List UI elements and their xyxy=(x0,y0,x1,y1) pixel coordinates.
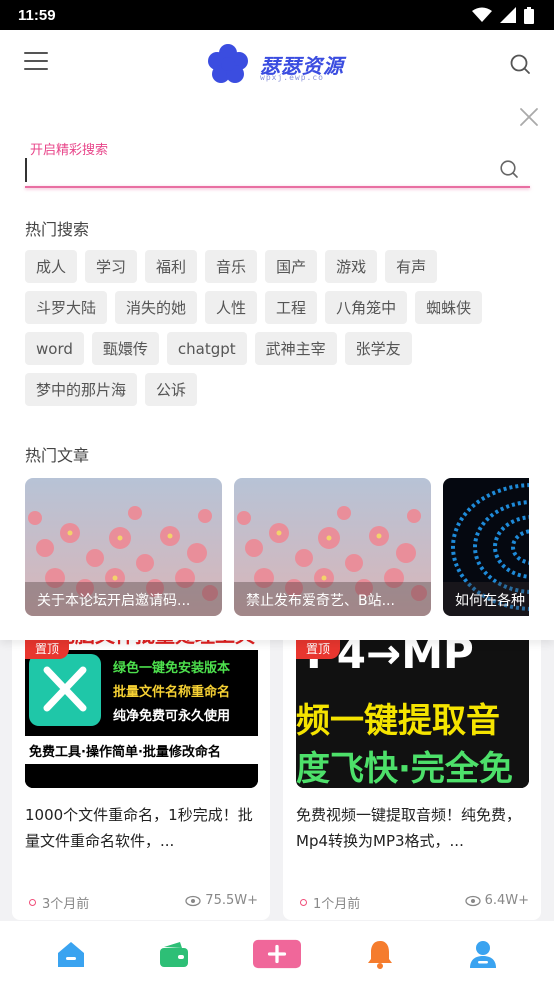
feed: 电脑文件批量处理工具 绿色一键免安装版本 批量文件名称重命名 纯净免费可永久使用… xyxy=(0,620,554,924)
search-tag[interactable]: 斗罗大陆 xyxy=(25,291,108,324)
search-tag[interactable]: 八角笼中 xyxy=(325,291,408,324)
search-tag[interactable]: 成人 xyxy=(25,250,78,283)
search-field xyxy=(25,154,530,188)
eye-icon xyxy=(464,895,481,906)
hot-search-title: 热门搜索 xyxy=(25,220,90,239)
signal-icon xyxy=(500,7,516,23)
search-tag[interactable]: 工程 xyxy=(265,291,318,324)
bottom-tab-bar xyxy=(0,921,554,986)
search-tag[interactable]: 张学友 xyxy=(344,332,412,365)
search-tag[interactable]: word xyxy=(25,332,84,365)
menu-icon xyxy=(24,52,48,54)
search-underline xyxy=(25,186,530,188)
search-tag[interactable]: 公诉 xyxy=(145,373,198,406)
tab-publish[interactable] xyxy=(252,934,301,974)
card-views: 6.4W+ xyxy=(464,893,529,908)
card-thumbnail: P4→MP 频一键提取音 度飞快·完全免 置顶 xyxy=(296,620,529,788)
svg-text:度飞快·完全免: 度飞快·完全免 xyxy=(296,749,513,788)
svg-text:频一键提取音: 频一键提取音 xyxy=(296,701,500,741)
search-tag[interactable]: 音乐 xyxy=(205,250,258,283)
card-time: 1个月前 xyxy=(300,893,360,912)
article-card[interactable]: 关于本论坛开启邀请码... xyxy=(25,478,222,616)
hot-articles-title: 热门文章 xyxy=(25,446,90,465)
hot-articles-carousel[interactable]: 关于本论坛开启邀请码... 禁止发布爱奇艺、B站... 如何在各种 xyxy=(25,478,529,616)
home-icon xyxy=(58,941,85,967)
pinned-badge: 置顶 xyxy=(296,638,341,659)
search-tag[interactable]: 游戏 xyxy=(325,250,378,283)
bell-icon xyxy=(367,940,392,969)
top-bar: 瑟瑟资源 wpxj.ewp.co xyxy=(0,30,554,94)
flower-logo-icon xyxy=(208,44,248,83)
search-tag[interactable]: 福利 xyxy=(145,250,198,283)
card-title[interactable]: 1000个文件重命名，1秒完成！批量文件重命名软件，... xyxy=(25,802,257,854)
tab-home[interactable] xyxy=(47,934,95,974)
search-tag[interactable]: chatgpt xyxy=(166,332,247,365)
svg-text:批量文件名称重命名: 批量文件名称重命名 xyxy=(113,684,230,700)
svg-text:纯净免费可永久使用: 纯净免费可永久使用 xyxy=(113,708,230,724)
card-time: 3个月前 xyxy=(29,893,89,912)
search-tag[interactable]: 消失的她 xyxy=(115,291,198,324)
pinned-badge: 置顶 xyxy=(25,638,70,659)
menu-button[interactable] xyxy=(24,52,48,72)
hot-search-tags: 成人 学习 福利 音乐 国产 游戏 有声 斗罗大陆 消失的她 人性 工程 八角笼… xyxy=(25,250,535,414)
svg-text:绿色一键免安装版本: 绿色一键免安装版本 xyxy=(113,660,230,676)
article-caption: 如何在各种 xyxy=(443,582,529,616)
search-tag[interactable]: 武神主宰 xyxy=(254,332,337,365)
search-overlay: 瑟瑟资源 wpxj.ewp.co 开启精彩搜索 热门搜索 成人 学习 福利 音乐… xyxy=(0,30,554,640)
article-caption: 关于本论坛开启邀请码... xyxy=(25,582,222,616)
status-bar: 11:59 xyxy=(0,0,554,30)
card-title[interactable]: 免费视频一键提取音频！纯免费，Mp4转换为MP3格式，... xyxy=(296,802,528,854)
tab-profile[interactable] xyxy=(459,934,507,974)
tab-wallet[interactable] xyxy=(150,934,198,974)
time-dot-icon xyxy=(29,899,36,906)
search-tag[interactable]: 有声 xyxy=(385,250,438,283)
feed-card[interactable]: 电脑文件批量处理工具 绿色一键免安装版本 批量文件名称重命名 纯净免费可永久使用… xyxy=(12,620,270,920)
close-icon[interactable] xyxy=(518,106,540,128)
search-tag[interactable]: 学习 xyxy=(85,250,138,283)
search-tag[interactable]: 蜘蛛侠 xyxy=(415,291,483,324)
feed-card[interactable]: P4→MP 频一键提取音 度飞快·完全免 置顶 免费视频一键提取音频！纯免费，M… xyxy=(283,620,541,920)
status-icons xyxy=(472,6,534,24)
card-views: 75.5W+ xyxy=(185,893,258,908)
article-caption: 禁止发布爱奇艺、B站... xyxy=(234,582,431,616)
logo-subtext: wpxj.ewp.co xyxy=(260,73,324,82)
search-input[interactable] xyxy=(25,158,495,182)
search-icon[interactable] xyxy=(508,52,532,76)
svg-text:免费工具·操作简单·批量修改命名: 免费工具·操作简单·批量修改命名 xyxy=(29,744,221,760)
card-thumbnail: 电脑文件批量处理工具 绿色一键免安装版本 批量文件名称重命名 纯净免费可永久使用… xyxy=(25,620,258,788)
user-icon xyxy=(469,940,496,968)
tab-notifications[interactable] xyxy=(356,934,404,974)
search-submit-icon[interactable] xyxy=(498,158,520,180)
search-tag[interactable]: 甄嬛传 xyxy=(91,332,159,365)
wifi-icon xyxy=(472,7,492,22)
time-dot-icon xyxy=(300,899,307,906)
search-tag[interactable]: 人性 xyxy=(205,291,258,324)
site-logo[interactable]: 瑟瑟资源 wpxj.ewp.co xyxy=(206,42,346,86)
status-time: 11:59 xyxy=(18,6,56,24)
add-icon xyxy=(252,939,301,968)
article-card[interactable]: 禁止发布爱奇艺、B站... xyxy=(234,478,431,616)
eye-icon xyxy=(185,895,201,906)
battery-icon xyxy=(524,6,534,24)
search-tag[interactable]: 国产 xyxy=(265,250,318,283)
wallet-icon xyxy=(160,941,189,967)
search-tag[interactable]: 梦中的那片海 xyxy=(25,373,138,406)
article-card[interactable]: 如何在各种 xyxy=(443,478,529,616)
